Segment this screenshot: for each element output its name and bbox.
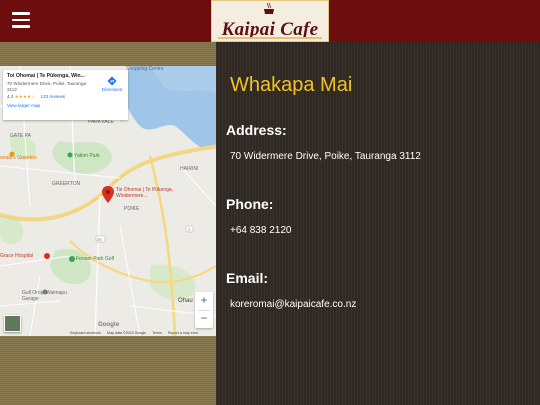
address-value: 70 Widermere Drive, Poike, Tauranga 3112 (230, 151, 421, 162)
map-label-mcdonalds: onald's Greerton (0, 155, 37, 161)
email-label: Email: (226, 270, 269, 286)
map-label-grace-hospital: Grace Hospital (0, 253, 34, 259)
map-label-shopping: Shopping Centre (126, 66, 164, 72)
map-attribution: Keyboard shortcuts Map data ©2023 Google… (70, 331, 203, 335)
directions-label: Directions (101, 87, 123, 92)
map-label-fenner-park: Fenner Park Golf (76, 256, 115, 262)
map-label-hairini: HAIRINI (180, 166, 199, 172)
report-map-error-link[interactable]: Report a map error (168, 331, 198, 335)
keyboard-shortcuts-link[interactable]: Keyboard shortcuts (70, 331, 101, 335)
phone-label: Phone: (226, 196, 274, 212)
place-address: 70 Windermere Drive, Poike, Tauranga 311… (7, 81, 87, 92)
view-larger-map-link[interactable]: View larger map (7, 103, 124, 108)
google-map-embed[interactable]: Shopping Centre PARKVALE GATE PA onald's… (0, 66, 216, 336)
email-value[interactable]: koreromai@kaipaicafe.co.nz (230, 299, 356, 310)
map-pin-label: Toi Ohomai | Te Pūkenga, Windermere... (116, 187, 174, 199)
map-label-poike: POIKE (124, 206, 140, 212)
rating-value: 4.2 (7, 94, 14, 99)
place-name: Toi Ohomai | Te Pūkenga, Win... (7, 73, 85, 79)
place-rating: 4.2 ★★★★☆ 123 reviews (7, 94, 124, 100)
rating-stars-icon: ★★★★☆ (14, 94, 36, 99)
top-bar: Kaipai Cafe (0, 0, 540, 42)
place-card: Toi Ohomai | Te Pūkenga, Win... 70 Winde… (3, 70, 128, 120)
map-layers-button[interactable] (4, 315, 21, 332)
map-road-29: 29 (97, 237, 102, 242)
hamburger-menu-icon[interactable] (12, 12, 32, 28)
zoom-in-button[interactable]: + (195, 292, 213, 310)
zoom-controls: + − (195, 292, 213, 328)
google-logo: Google (98, 322, 120, 328)
terms-link[interactable]: Terms (152, 331, 162, 335)
coffee-cup-icon (264, 3, 274, 14)
map-data-text: Map data ©2023 Google (106, 331, 147, 335)
map-label-gull-oropi: Gull Oropi Waimapu Garage (22, 290, 67, 302)
phone-value[interactable]: +64 838 2120 (230, 225, 291, 236)
address-label: Address: (226, 122, 287, 138)
map-label-gate-pa: GATE PA (10, 133, 31, 139)
directions-icon (107, 76, 117, 86)
map-road-2: 2 (188, 227, 191, 232)
contact-title: Whakapa Mai (230, 74, 353, 96)
reviews-link[interactable]: 123 reviews (41, 94, 66, 99)
kaipai-cafe-logo[interactable]: Kaipai Cafe (211, 0, 329, 42)
map-label-greerton: GREERTON (52, 181, 81, 187)
map-label-yatton-park: Yatton Park (74, 153, 100, 159)
map-label-ohau: Ohau (178, 298, 193, 304)
zoom-out-button[interactable]: − (195, 310, 213, 328)
logo-underline (218, 37, 322, 39)
directions-button[interactable]: Directions (99, 76, 125, 92)
